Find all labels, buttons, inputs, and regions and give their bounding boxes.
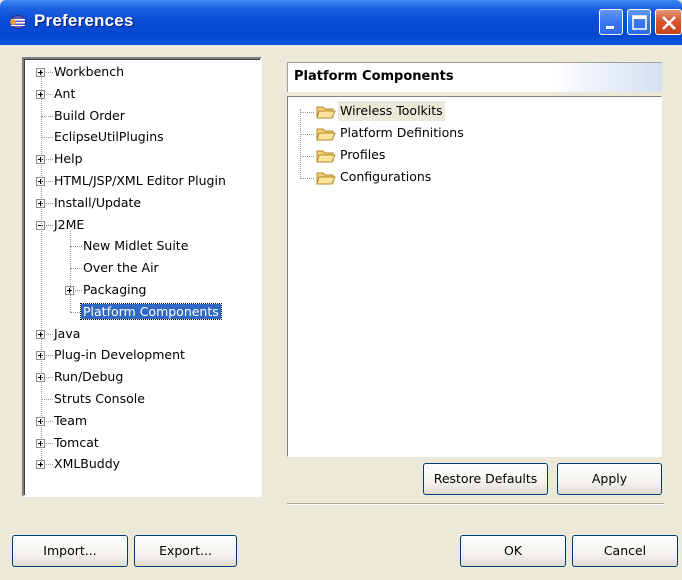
eclipse-app-icon: [9, 14, 27, 30]
folder-open-icon: [316, 172, 336, 185]
tree-item[interactable]: Build Order: [52, 106, 127, 126]
component-label: Profiles: [340, 147, 386, 162]
folder-open-icon: [316, 106, 336, 119]
tree-item-label: Tomcat: [54, 434, 99, 450]
tree-item[interactable]: Help: [52, 149, 85, 169]
tree-item[interactable]: XMLBuddy: [52, 454, 122, 474]
tree-item[interactable]: Packaging: [81, 280, 148, 300]
maximize-button[interactable]: [627, 9, 651, 35]
tree-item-label: Platform Components: [80, 302, 222, 320]
tree-item-label: Packaging: [83, 282, 147, 297]
window-title: Preferences: [34, 11, 134, 30]
restore-defaults-button[interactable]: Restore Defaults: [423, 463, 548, 495]
minimize-button[interactable]: [599, 9, 623, 35]
tree-item-label: Ant: [54, 85, 76, 101]
import-button[interactable]: Import...: [12, 535, 128, 567]
tree-item[interactable]: New Midlet Suite: [81, 236, 190, 256]
tree-item[interactable]: Plug-in Development: [52, 345, 187, 365]
tree-item[interactable]: Team: [52, 411, 89, 431]
apply-button[interactable]: Apply: [557, 463, 662, 495]
tree-item-label: Struts Console: [54, 391, 145, 406]
tree-item[interactable]: Platform Components: [80, 302, 222, 322]
tree-item[interactable]: Over the Air: [81, 258, 161, 278]
tree-connector: [300, 112, 314, 113]
close-button[interactable]: [655, 9, 682, 35]
tree-item-label: J2ME: [54, 216, 85, 232]
tree-item[interactable]: Install/Update: [52, 193, 143, 213]
page-title: Platform Components: [294, 69, 454, 84]
preference-tree[interactable]: Workbench Ant Build Order EclipseUtilPlugin…: [22, 57, 262, 497]
tree-item-label: Team: [54, 412, 88, 428]
tree-item-label: Run/Debug: [54, 369, 124, 385]
tree-item-label: Workbench: [54, 64, 124, 79]
component-label: Wireless Toolkits: [338, 101, 445, 121]
tree-item[interactable]: Run/Debug: [52, 367, 125, 387]
maximize-icon: [632, 15, 647, 30]
tree-item[interactable]: Workbench: [52, 62, 126, 82]
close-icon: [662, 16, 676, 30]
tree-item-label: Build Order: [54, 107, 125, 123]
export-button[interactable]: Export...: [134, 535, 237, 567]
tree-item-label: EclipseUtilPlugins: [54, 129, 164, 145]
tree-item-label: Help: [54, 151, 83, 167]
component-label: Platform Definitions: [340, 125, 464, 140]
page-header: Platform Components: [287, 62, 662, 92]
tree-item[interactable]: Struts Console: [52, 389, 147, 409]
folder-open-icon: [316, 128, 336, 141]
tree-item-label: New Midlet Suite: [83, 238, 189, 254]
tree-item-label: Over the Air: [83, 260, 159, 276]
title-bar[interactable]: Preferences: [0, 0, 682, 45]
tree-item-label: Install/Update: [54, 194, 142, 210]
ok-button[interactable]: OK: [460, 535, 566, 567]
tree-item-label: Java: [54, 325, 81, 341]
tree-connector: [41, 70, 42, 467]
tree-item-label: XMLBuddy: [54, 456, 121, 472]
folder-open-icon: [316, 150, 336, 163]
component-label: Configurations: [340, 169, 432, 184]
minimize-icon: [606, 26, 614, 29]
separator: [287, 503, 664, 505]
tree-item[interactable]: HTML/JSP/XML Editor Plugin: [52, 171, 228, 191]
tree-connector: [70, 230, 71, 312]
tree-item[interactable]: EclipseUtilPlugins: [52, 127, 166, 147]
cancel-button[interactable]: Cancel: [572, 535, 678, 567]
tree-connector: [300, 178, 314, 179]
tree-item[interactable]: Tomcat: [52, 433, 101, 453]
components-tree[interactable]: Wireless Toolkits Platform Definitions Pro…: [287, 96, 662, 457]
tree-connector: [300, 156, 314, 157]
tree-item[interactable]: Ant: [52, 84, 77, 104]
tree-item-label: Plug-in Development: [54, 347, 185, 363]
tree-item-label: HTML/JSP/XML Editor Plugin: [54, 173, 226, 188]
tree-item[interactable]: Java: [52, 324, 82, 344]
tree-connector: [300, 134, 314, 135]
tree-connector: [300, 109, 301, 179]
